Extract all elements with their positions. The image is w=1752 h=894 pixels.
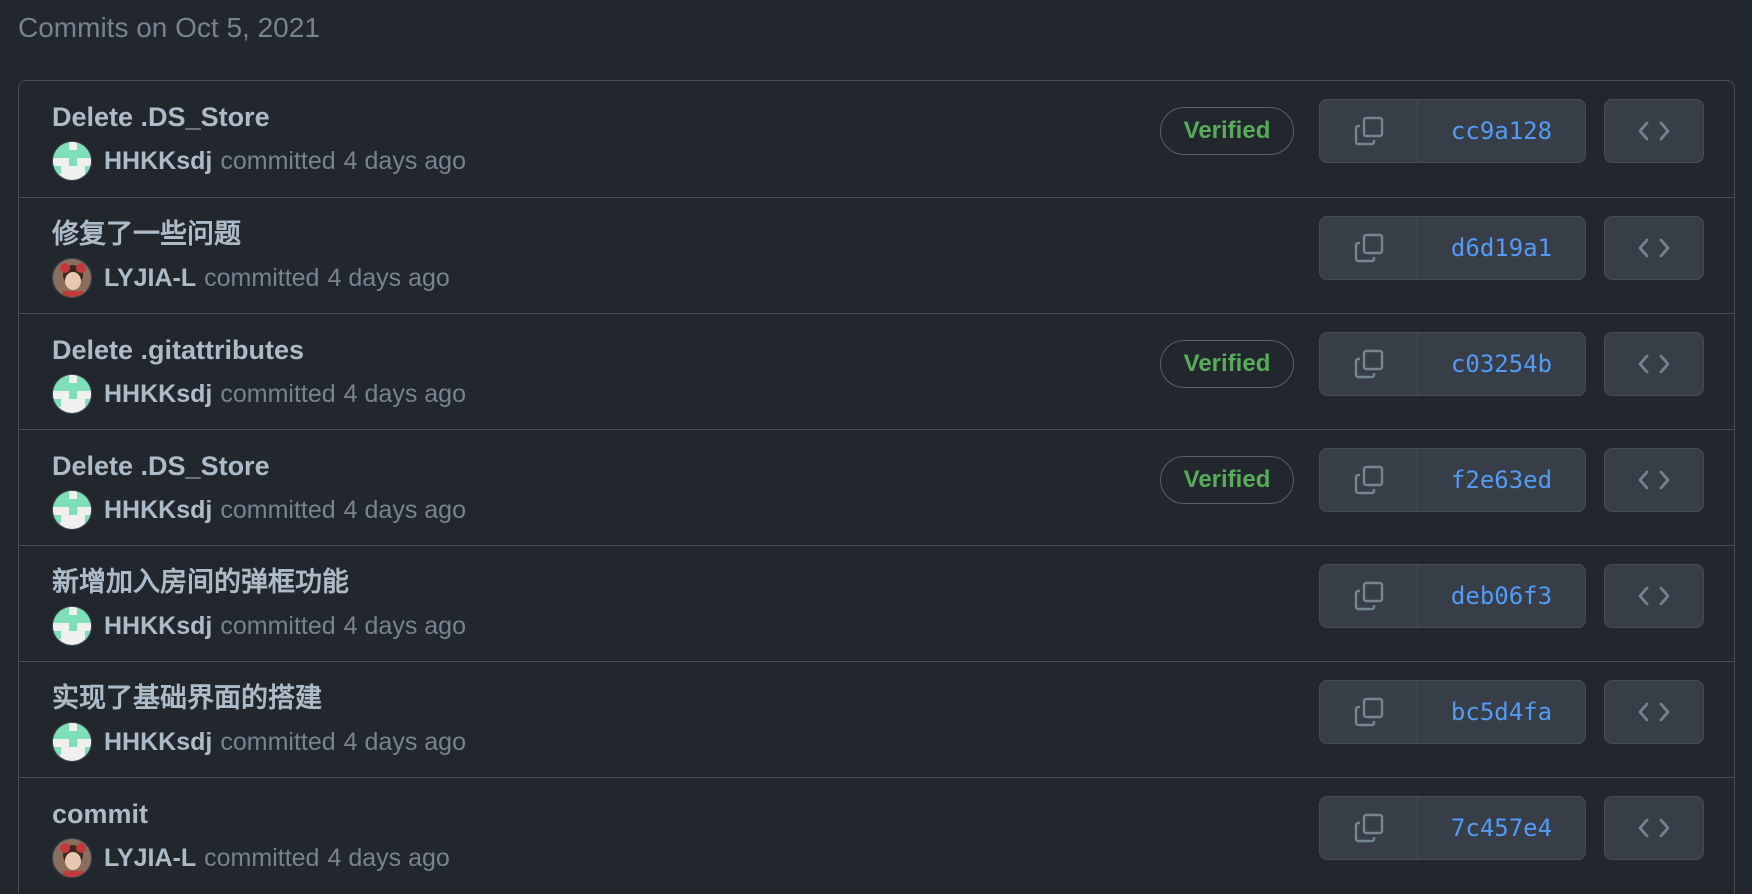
browse-repo-button[interactable] bbox=[1604, 680, 1704, 744]
commit-time[interactable]: 4 days ago bbox=[344, 496, 466, 525]
author-link[interactable]: HHKKsdj bbox=[104, 612, 212, 641]
browse-repo-button[interactable] bbox=[1604, 332, 1704, 396]
commit-message-link[interactable]: Delete .DS_Store bbox=[52, 99, 270, 135]
commit-meta: HHKKsdj committed 4 days ago bbox=[52, 606, 466, 646]
commit-group-title: Commits on Oct 5, 2021 bbox=[18, 12, 320, 43]
author-avatar[interactable] bbox=[52, 838, 92, 878]
copy-sha-button[interactable] bbox=[1320, 217, 1418, 279]
commit-sha-group: d6d19a1 bbox=[1319, 216, 1586, 280]
commit-message-link[interactable]: 实现了基础界面的搭建 bbox=[52, 680, 322, 716]
author-avatar[interactable] bbox=[52, 490, 92, 530]
commit-sha-group: c03254b bbox=[1319, 332, 1586, 396]
code-icon bbox=[1637, 236, 1671, 260]
browse-repo-button[interactable] bbox=[1604, 448, 1704, 512]
committed-label: committed bbox=[220, 379, 336, 408]
commit-message-link[interactable]: Delete .DS_Store bbox=[52, 448, 270, 484]
code-icon bbox=[1637, 119, 1671, 143]
commits-page: Commits on Oct 5, 2021 Delete .DS_Store … bbox=[0, 0, 1752, 894]
commit-sha-link[interactable]: deb06f3 bbox=[1418, 565, 1585, 627]
copy-icon bbox=[1353, 115, 1385, 147]
commit-sha-group: 7c457e4 bbox=[1319, 796, 1586, 860]
browse-repo-button[interactable] bbox=[1604, 216, 1704, 280]
committed-label: committed bbox=[220, 146, 336, 175]
commit-row: 新增加入房间的弹框功能 HHKKsdj committed 4 days ago… bbox=[19, 545, 1734, 661]
author-link[interactable]: HHKKsdj bbox=[104, 496, 212, 525]
copy-icon bbox=[1353, 464, 1385, 496]
commit-meta: LYJIA-L committed 4 days ago bbox=[52, 838, 450, 878]
code-icon bbox=[1637, 352, 1671, 376]
verified-badge[interactable]: Verified bbox=[1160, 107, 1294, 155]
commit-sha-group: cc9a128 bbox=[1319, 99, 1586, 163]
copy-icon bbox=[1353, 812, 1385, 844]
commit-sha-link[interactable]: d6d19a1 bbox=[1418, 217, 1585, 279]
copy-sha-button[interactable] bbox=[1320, 100, 1418, 162]
commit-sha-link[interactable]: bc5d4fa bbox=[1418, 681, 1585, 743]
commit-sha-link[interactable]: c03254b bbox=[1418, 333, 1585, 395]
browse-repo-button[interactable] bbox=[1604, 99, 1704, 163]
copy-sha-button[interactable] bbox=[1320, 449, 1418, 511]
copy-icon bbox=[1353, 232, 1385, 264]
code-icon bbox=[1637, 584, 1671, 608]
commit-meta: HHKKsdj committed 4 days ago bbox=[52, 374, 466, 414]
author-avatar[interactable] bbox=[52, 606, 92, 646]
copy-sha-button[interactable] bbox=[1320, 333, 1418, 395]
verified-badge[interactable]: Verified bbox=[1160, 340, 1294, 388]
commit-message-link[interactable]: Delete .gitattributes bbox=[52, 332, 304, 368]
commit-sha-link[interactable]: f2e63ed bbox=[1418, 449, 1585, 511]
committed-label: committed bbox=[220, 611, 336, 640]
committed-label: committed bbox=[220, 495, 336, 524]
author-avatar[interactable] bbox=[52, 258, 92, 298]
commit-sha-link[interactable]: 7c457e4 bbox=[1418, 797, 1585, 859]
commit-row: Delete .DS_Store HHKKsdj committed 4 day… bbox=[19, 429, 1734, 545]
browse-repo-button[interactable] bbox=[1604, 796, 1704, 860]
committed-label: committed bbox=[204, 263, 320, 292]
commit-time[interactable]: 4 days ago bbox=[344, 380, 466, 409]
code-icon bbox=[1637, 816, 1671, 840]
copy-icon bbox=[1353, 696, 1385, 728]
commit-sha-group: bc5d4fa bbox=[1319, 680, 1586, 744]
author-link[interactable]: LYJIA-L bbox=[104, 264, 196, 293]
author-link[interactable]: HHKKsdj bbox=[104, 728, 212, 757]
commit-time[interactable]: 4 days ago bbox=[344, 147, 466, 176]
author-link[interactable]: LYJIA-L bbox=[104, 844, 196, 873]
author-avatar[interactable] bbox=[52, 374, 92, 414]
copy-sha-button[interactable] bbox=[1320, 565, 1418, 627]
commit-sha-group: deb06f3 bbox=[1319, 564, 1586, 628]
author-link[interactable]: HHKKsdj bbox=[104, 380, 212, 409]
commit-time[interactable]: 4 days ago bbox=[344, 728, 466, 757]
commit-meta: HHKKsdj committed 4 days ago bbox=[52, 141, 466, 181]
commit-meta: HHKKsdj committed 4 days ago bbox=[52, 490, 466, 530]
commit-time[interactable]: 4 days ago bbox=[327, 264, 449, 293]
commit-message-link[interactable]: commit bbox=[52, 796, 148, 832]
author-link[interactable]: HHKKsdj bbox=[104, 147, 212, 176]
author-avatar[interactable] bbox=[52, 722, 92, 762]
copy-icon bbox=[1353, 580, 1385, 612]
commit-row: 实现了基础界面的搭建 HHKKsdj committed 4 days ago … bbox=[19, 661, 1734, 777]
code-icon bbox=[1637, 468, 1671, 492]
copy-icon bbox=[1353, 348, 1385, 380]
commit-sha-link[interactable]: cc9a128 bbox=[1418, 100, 1585, 162]
commit-list: Delete .DS_Store HHKKsdj committed 4 day… bbox=[18, 80, 1735, 894]
copy-sha-button[interactable] bbox=[1320, 797, 1418, 859]
browse-repo-button[interactable] bbox=[1604, 564, 1704, 628]
verified-badge[interactable]: Verified bbox=[1160, 456, 1294, 504]
commit-time[interactable]: 4 days ago bbox=[327, 844, 449, 873]
commit-meta: HHKKsdj committed 4 days ago bbox=[52, 722, 466, 762]
author-avatar[interactable] bbox=[52, 141, 92, 181]
commit-row: commit LYJIA-L committed 4 days ago 7c45… bbox=[19, 777, 1734, 893]
commit-message-link[interactable]: 修复了一些问题 bbox=[52, 216, 241, 252]
committed-label: committed bbox=[204, 843, 320, 872]
commit-sha-group: f2e63ed bbox=[1319, 448, 1586, 512]
commit-meta: LYJIA-L committed 4 days ago bbox=[52, 258, 450, 298]
commit-row: Delete .gitattributes HHKKsdj committed … bbox=[19, 313, 1734, 429]
commit-row: Delete .DS_Store HHKKsdj committed 4 day… bbox=[19, 81, 1734, 197]
commit-message-link[interactable]: 新增加入房间的弹框功能 bbox=[52, 564, 349, 600]
commit-row: 修复了一些问题 LYJIA-L committed 4 days ago d6d… bbox=[19, 197, 1734, 313]
committed-label: committed bbox=[220, 727, 336, 756]
copy-sha-button[interactable] bbox=[1320, 681, 1418, 743]
code-icon bbox=[1637, 700, 1671, 724]
commit-time[interactable]: 4 days ago bbox=[344, 612, 466, 641]
